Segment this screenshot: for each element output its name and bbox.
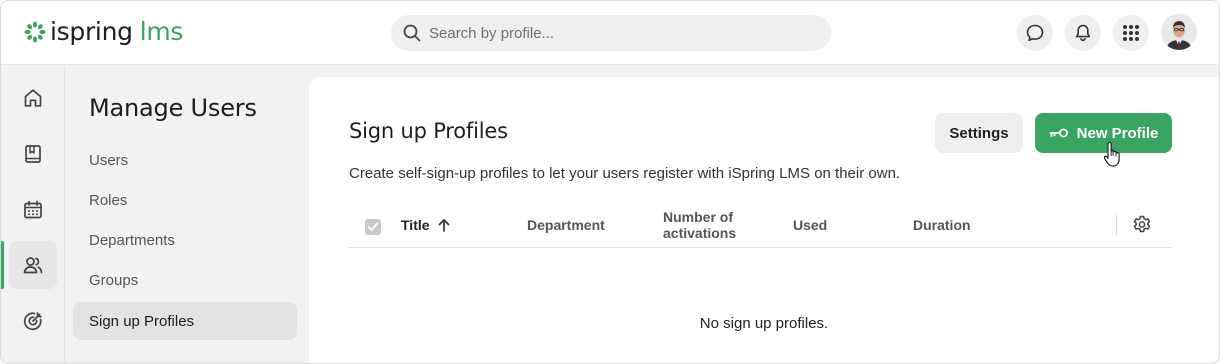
- search-icon: [403, 24, 421, 42]
- sidebar-item-roles[interactable]: Roles: [73, 181, 297, 219]
- rail-item-users[interactable]: [9, 241, 57, 289]
- column-header-activations[interactable]: Number of activations: [663, 209, 736, 241]
- settings-button[interactable]: Settings: [935, 113, 1023, 153]
- sidebar-item-departments[interactable]: Departments: [73, 221, 297, 259]
- rail-active-indicator: [1, 241, 4, 289]
- bell-icon: [1075, 24, 1091, 42]
- users-icon: [23, 257, 43, 274]
- sort-ascending-icon: [438, 219, 449, 232]
- rail-item-goals[interactable]: [9, 297, 57, 345]
- select-all-checkbox[interactable]: [365, 219, 381, 235]
- target-icon: [23, 312, 42, 331]
- new-profile-label: New Profile: [1076, 124, 1159, 142]
- sidebar-item-sign-up-profiles[interactable]: Sign up Profiles: [73, 302, 297, 340]
- rail-item-learning[interactable]: [9, 130, 57, 178]
- column-divider: [1116, 215, 1117, 235]
- sidebar-item-groups[interactable]: Groups: [73, 261, 297, 299]
- check-icon: [367, 222, 379, 231]
- user-photo-icon: [1161, 14, 1197, 50]
- chat-button[interactable]: [1017, 15, 1053, 51]
- search-box[interactable]: [391, 15, 831, 51]
- empty-state-text: No sign up profiles.: [699, 315, 829, 332]
- rail-item-home[interactable]: [9, 74, 57, 122]
- content-card: Sign up Profiles Settings New Profile Cr…: [309, 77, 1219, 363]
- column-settings-button[interactable]: [1131, 214, 1153, 241]
- apps-grid-icon: [1123, 25, 1139, 41]
- app-window: ispring lms Search by profile... Manage …: [0, 0, 1220, 364]
- sidebar-title: Manage Users: [89, 94, 257, 122]
- ispring-logo-icon: [24, 21, 46, 42]
- logo[interactable]: ispring lms: [23, 17, 183, 46]
- page-description: Create self-sign-up profiles to let your…: [349, 165, 901, 182]
- notifications-button[interactable]: [1065, 15, 1101, 51]
- rail-item-calendar[interactable]: [9, 186, 57, 234]
- icon-rail: [1, 66, 65, 363]
- table-header: Title Department Number of activations U…: [349, 201, 1172, 248]
- logo-text: ispring lms: [50, 17, 184, 46]
- column-header-duration[interactable]: Duration: [913, 217, 971, 233]
- hand-cursor-icon: [1104, 141, 1120, 167]
- apps-button[interactable]: [1113, 15, 1149, 51]
- column-header-department[interactable]: Department: [527, 217, 605, 233]
- column-header-title[interactable]: Title: [401, 217, 451, 233]
- column-header-used[interactable]: Used: [793, 217, 827, 233]
- avatar[interactable]: [1161, 14, 1197, 50]
- search-input[interactable]: [429, 24, 809, 42]
- key-icon: [1049, 127, 1069, 139]
- page-title: Sign up Profiles: [349, 119, 508, 143]
- chat-icon: [1026, 24, 1044, 42]
- sidebar-item-users[interactable]: Users: [73, 141, 297, 179]
- calendar-icon: [24, 200, 42, 219]
- gear-icon: [1133, 215, 1151, 233]
- home-icon: [24, 89, 42, 107]
- top-bar: ispring lms: [1, 1, 1219, 65]
- manage-users-sidebar: Manage Users Users Roles Departments Gro…: [66, 66, 309, 363]
- book-icon: [25, 145, 41, 163]
